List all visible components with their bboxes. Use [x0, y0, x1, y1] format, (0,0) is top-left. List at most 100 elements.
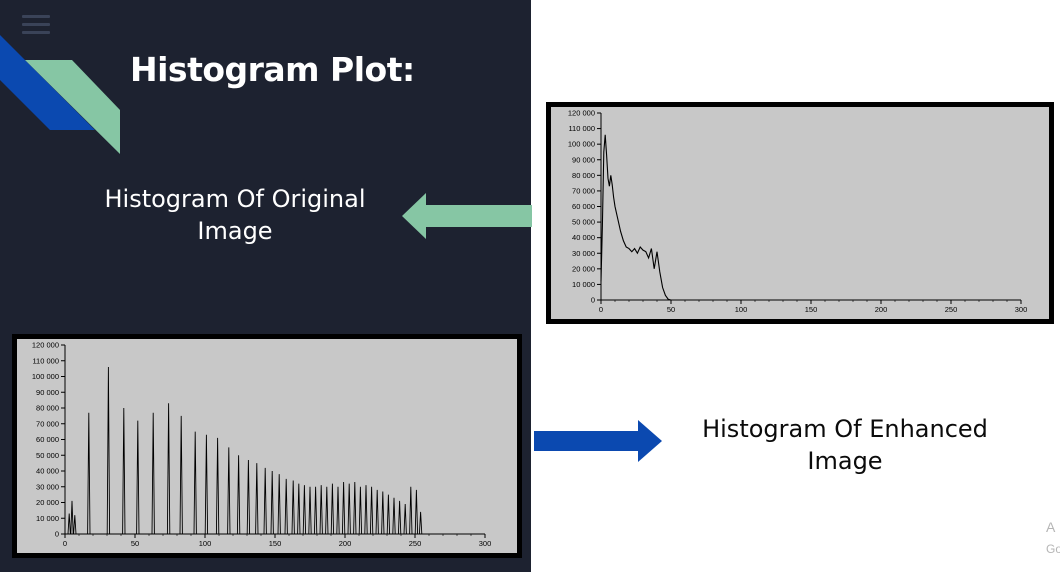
original-histogram-caption: Histogram Of Original Image	[80, 183, 390, 247]
histogram-spike	[336, 486, 340, 535]
histogram-spike	[270, 470, 274, 535]
histogram-spike	[136, 420, 140, 535]
histogram-spike	[255, 463, 259, 535]
y-tick-label: 0	[55, 530, 59, 539]
histogram-spike	[179, 415, 183, 535]
histogram-spike	[284, 478, 288, 535]
histogram-spike	[386, 494, 391, 535]
histogram-spike	[236, 455, 241, 535]
histogram-spike	[263, 467, 267, 535]
y-tick-label: 110 000	[568, 124, 595, 133]
x-tick-label: 100	[199, 539, 212, 548]
y-tick-label: 60 000	[572, 202, 595, 211]
histogram-spike	[397, 500, 402, 535]
histogram-spike	[204, 434, 209, 535]
y-tick-label: 70 000	[572, 186, 595, 195]
x-tick-label: 300	[479, 539, 492, 548]
histogram-spike	[418, 511, 423, 535]
histogram-spike	[122, 407, 126, 535]
histogram-spike	[341, 482, 346, 535]
side-text: A Go	[1046, 516, 1060, 560]
y-tick-label: 100 000	[568, 140, 595, 149]
histogram-spike	[70, 500, 74, 535]
original-histogram-frame: 0 10 000 20 000 30 000 40 000 50 000 60 000 70 …	[546, 102, 1054, 324]
histogram-spike	[215, 437, 220, 535]
x-tick-label: 200	[875, 305, 888, 314]
enhanced-histogram-chart: 0 10 000 20 000 30 000 40 000 50 000 60 000 70 …	[17, 339, 517, 553]
histogram-spike	[73, 515, 77, 535]
y-tick-label: 60 000	[36, 435, 59, 444]
histogram-spike	[246, 459, 251, 535]
histogram-spike	[409, 486, 413, 535]
histogram-spike	[347, 483, 351, 535]
y-tick-label: 80 000	[36, 404, 59, 413]
original-caption-line2: Image	[197, 217, 273, 245]
y-tick-label: 80 000	[572, 171, 595, 180]
blue-right-arrow-icon	[534, 420, 662, 462]
histogram-spike	[325, 486, 329, 535]
y-tick-label: 20 000	[36, 498, 59, 507]
y-tick-label: 90 000	[572, 155, 595, 164]
y-tick-label: 110 000	[32, 356, 59, 365]
decorative-ribbon	[0, 35, 120, 154]
histogram-spike	[67, 513, 71, 535]
histogram-spike	[330, 483, 335, 535]
histogram-spike	[375, 489, 379, 535]
histogram-spike	[414, 489, 419, 535]
histogram-spike	[277, 474, 281, 535]
histogram-spike	[392, 497, 396, 535]
enhanced-caption-line1: Histogram Of Enhanced	[702, 415, 988, 443]
histogram-line	[600, 134, 672, 301]
green-left-arrow-icon	[402, 193, 532, 239]
histogram-spike	[302, 485, 307, 535]
original-caption-line1: Histogram Of Original	[104, 185, 366, 213]
x-tick-label: 0	[63, 539, 67, 548]
y-tick-label: 120 000	[568, 109, 595, 118]
histogram-spike	[364, 485, 368, 535]
y-tick-label: 40 000	[572, 233, 595, 242]
x-tick-label: 300	[1015, 305, 1028, 314]
histogram-spike	[353, 482, 357, 535]
slide-title: Histogram Plot:	[130, 50, 415, 89]
side-text-line2: Go	[1046, 542, 1060, 556]
x-tick-label: 150	[805, 305, 818, 314]
y-tick-label: 50 000	[36, 451, 59, 460]
y-tick-label: 10 000	[36, 514, 59, 523]
y-tick-label: 100 000	[32, 372, 59, 381]
y-tick-label: 30 000	[36, 482, 59, 491]
x-tick-label: 150	[269, 539, 282, 548]
y-tick-label: 50 000	[572, 218, 595, 227]
histogram-spike	[106, 367, 111, 535]
y-tick-label: 70 000	[36, 419, 59, 428]
histogram-spike	[87, 412, 91, 535]
y-tick-label: 20 000	[572, 264, 595, 273]
y-tick-label: 10 000	[572, 280, 595, 289]
x-tick-label: 0	[599, 305, 603, 314]
y-tick-label: 120 000	[32, 341, 59, 350]
x-tick-label: 250	[945, 305, 958, 314]
x-tick-label: 100	[735, 305, 748, 314]
y-tick-label: 40 000	[36, 467, 59, 476]
histogram-spike	[227, 447, 231, 535]
y-tick-label: 90 000	[36, 388, 59, 397]
enhanced-histogram-caption: Histogram Of Enhanced Image	[675, 413, 1015, 477]
side-text-line1: A	[1046, 519, 1056, 535]
histogram-spike	[369, 486, 374, 535]
x-tick-label: 50	[667, 305, 675, 314]
x-tick-label: 250	[409, 539, 422, 548]
histogram-spike	[151, 412, 155, 535]
enhanced-histogram-frame: 0 10 000 20 000 30 000 40 000 50 000 60 000 70 …	[12, 334, 522, 558]
y-tick-label: 30 000	[572, 249, 595, 258]
histogram-spike	[291, 480, 295, 535]
histogram-spike	[297, 483, 301, 535]
y-tick-label: 0	[591, 296, 595, 305]
histogram-spike	[381, 491, 385, 535]
x-tick-label: 200	[339, 539, 352, 548]
x-tick-label: 50	[131, 539, 139, 548]
histogram-spike	[313, 486, 318, 535]
histogram-spike	[308, 486, 312, 535]
histogram-spike	[403, 504, 407, 535]
histogram-spike	[358, 486, 363, 535]
histogram-spike	[193, 431, 197, 535]
enhanced-caption-line2: Image	[807, 447, 883, 475]
